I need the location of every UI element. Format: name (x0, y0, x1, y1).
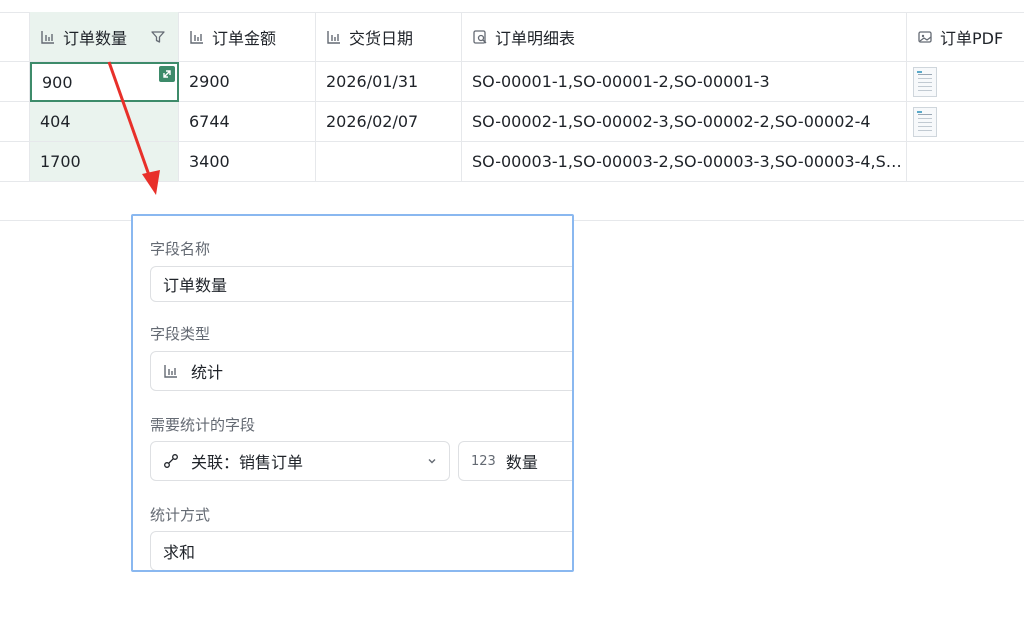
link-icon (164, 454, 178, 468)
column-header-label: 订单明细表 (495, 28, 576, 48)
column-header-label: 订单金额 (212, 28, 277, 48)
cell-order-amount[interactable]: 2900 (179, 62, 316, 102)
cell-order-qty[interactable]: 1700 (30, 142, 179, 182)
cell-order-details[interactable]: SO-00003-1,SO-00003-2,SO-00003-3,SO-0000… (462, 142, 907, 182)
cell-value: 900 (42, 72, 73, 92)
table-header-row: 订单数量 订单金额 交货日期 订单明细表 订单PDF (0, 12, 1024, 62)
number-field-value: 数量 (505, 453, 538, 472)
cell-order-qty[interactable]: 900 (30, 62, 179, 102)
stat-icon (41, 30, 54, 44)
table-row[interactable]: 900 2900 2026/01/31 SO-00001-1,SO-00001-… (0, 62, 1024, 102)
cell-order-amount[interactable]: 3400 (179, 142, 316, 182)
field-type-select[interactable]: 统计 (150, 351, 572, 391)
field-config-panel: 字段名称 订单数量 字段类型 统计 需要统计的字段 关联：销售订单 123 数量… (131, 214, 574, 572)
cell-value: 2026/02/07 (326, 112, 419, 131)
column-header-label: 订单PDF (940, 28, 1004, 48)
cell-value: SO-00003-1,SO-00003-2,SO-00003-3,SO-0000… (472, 152, 902, 171)
cell-value: 3400 (189, 152, 230, 171)
field-name-label: 字段名称 (150, 240, 211, 258)
cell-value: SO-00001-1,SO-00001-2,SO-00001-3 (472, 72, 770, 91)
pdf-thumbnail[interactable] (913, 106, 937, 137)
cell-order-details[interactable]: SO-00002-1,SO-00002-3,SO-00002-2,SO-0000… (462, 102, 907, 142)
column-header-label: 订单数量 (63, 28, 128, 48)
cell-order-details[interactable]: SO-00001-1,SO-00001-2,SO-00001-3 (462, 62, 907, 102)
cell-delivery-date[interactable]: 2026/02/07 (316, 102, 462, 142)
relation-value: 关联：销售订单 (191, 453, 304, 472)
cell-order-pdf[interactable] (907, 62, 1024, 102)
row-number-cell (0, 102, 30, 142)
filter-icon[interactable] (150, 29, 166, 45)
chevron-down-icon (428, 459, 436, 464)
column-header-label: 交货日期 (349, 28, 414, 48)
cell-value: 404 (40, 112, 71, 131)
cell-value: 2900 (189, 72, 230, 91)
stat-field-label: 需要统计的字段 (150, 416, 256, 434)
column-header-order-qty[interactable]: 订单数量 (30, 12, 179, 62)
table-row[interactable]: 1700 3400 SO-00003-1,SO-00003-2,SO-00003… (0, 142, 1024, 182)
cell-order-pdf[interactable] (907, 102, 1024, 142)
cell-value: 1700 (40, 152, 81, 171)
expand-icon[interactable] (159, 66, 175, 82)
stat-icon (190, 30, 203, 44)
stat-icon (164, 365, 177, 378)
cell-order-qty[interactable]: 404 (30, 102, 179, 142)
column-header-order-pdf[interactable]: 订单PDF (907, 12, 1024, 62)
row-number-header (0, 12, 30, 62)
cell-order-amount[interactable]: 6744 (179, 102, 316, 142)
method-label: 统计方式 (150, 506, 211, 524)
cell-order-pdf[interactable] (907, 142, 1024, 182)
image-icon (918, 30, 932, 43)
pdf-thumbnail[interactable] (913, 66, 937, 97)
cell-delivery-date[interactable] (316, 142, 462, 182)
column-header-order-details[interactable]: 订单明细表 (462, 12, 907, 62)
stat-icon (327, 30, 340, 44)
column-header-order-amount[interactable]: 订单金额 (179, 12, 316, 62)
cell-delivery-date[interactable]: 2026/01/31 (316, 62, 462, 102)
field-name-input[interactable]: 订单数量 (150, 266, 572, 302)
field-name-value: 订单数量 (163, 276, 228, 295)
row-number-cell (0, 142, 30, 182)
number-type-icon: 123 (471, 453, 496, 469)
field-type-label: 字段类型 (150, 325, 211, 343)
lookup-icon (473, 29, 487, 44)
table-row[interactable]: 404 6744 2026/02/07 SO-00002-1,SO-00002-… (0, 102, 1024, 142)
column-header-delivery-date[interactable]: 交货日期 (316, 12, 462, 62)
row-number-cell (0, 62, 30, 102)
cell-value: SO-00002-1,SO-00002-3,SO-00002-2,SO-0000… (472, 112, 871, 131)
method-value: 求和 (163, 543, 196, 562)
cell-value: 2026/01/31 (326, 72, 419, 91)
number-field-select[interactable]: 123 数量 (458, 441, 572, 481)
method-select[interactable]: 求和 (150, 531, 572, 570)
relation-select[interactable]: 关联：销售订单 (150, 441, 450, 481)
field-type-value: 统计 (191, 363, 224, 382)
cell-value: 6744 (189, 112, 230, 131)
